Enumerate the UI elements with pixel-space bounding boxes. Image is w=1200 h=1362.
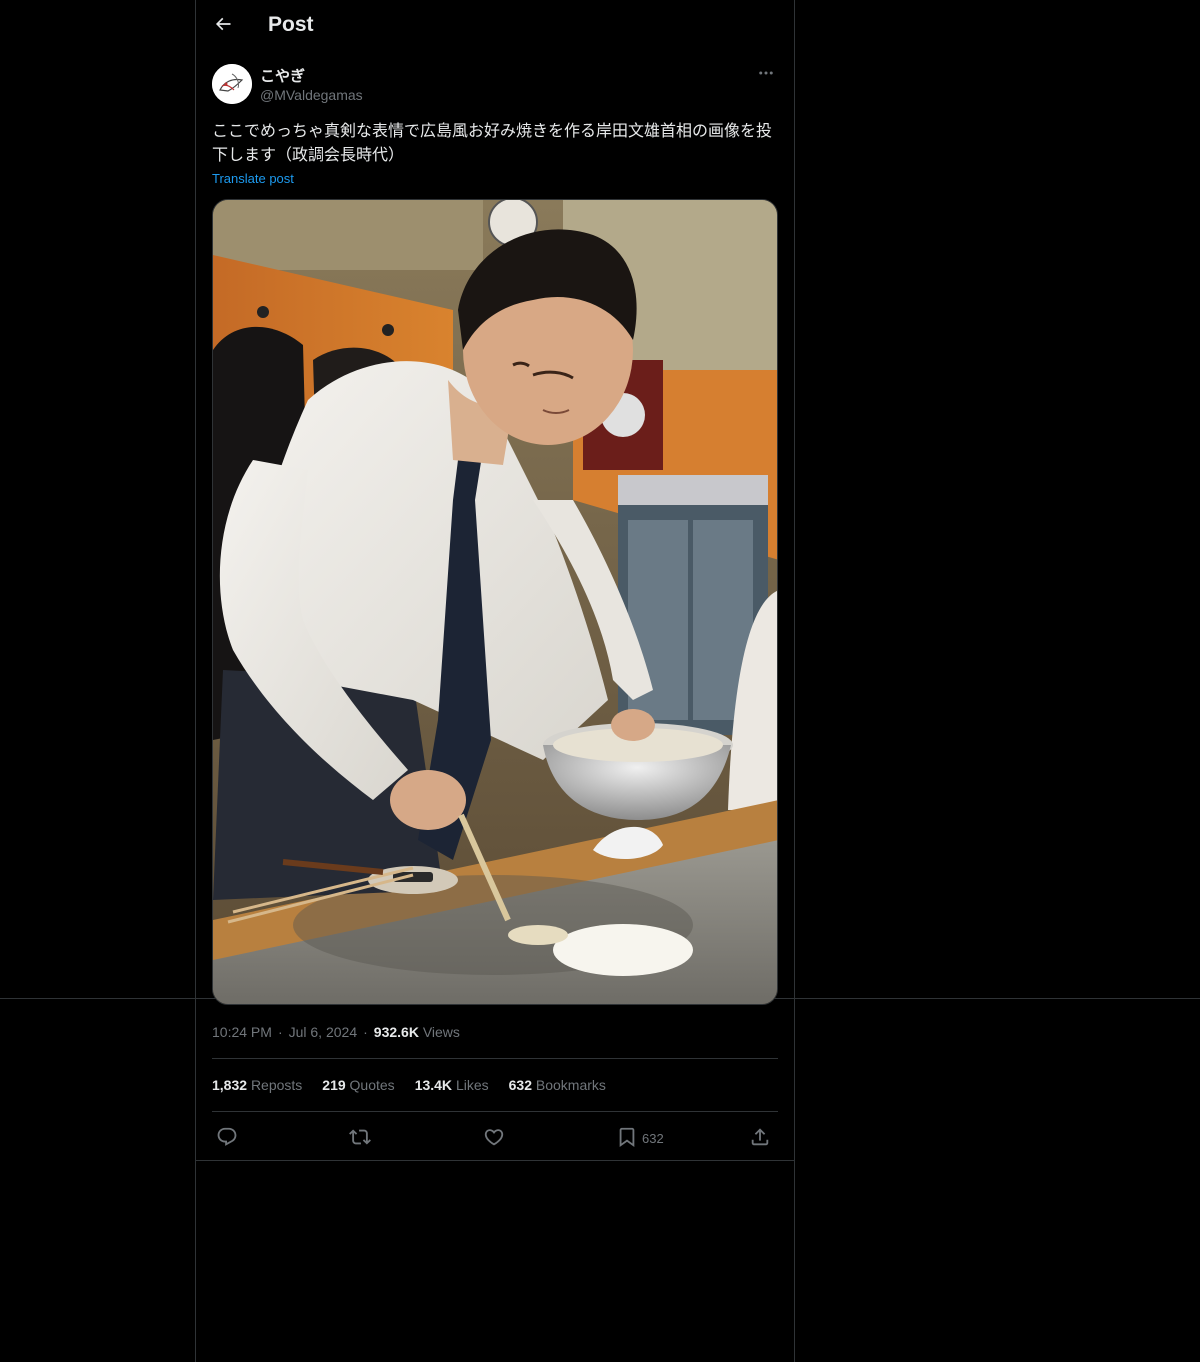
post-date[interactable]: Jul 6, 2024: [289, 1024, 358, 1040]
avatar[interactable]: [212, 64, 252, 104]
quotes-stat[interactable]: 219 Quotes: [322, 1077, 394, 1093]
heart-icon: [483, 1126, 505, 1151]
arrow-left-icon: [213, 14, 233, 38]
bookmarks-label: Bookmarks: [535, 1077, 606, 1093]
divider: [212, 1111, 778, 1112]
likes-stat[interactable]: 13.4K Likes: [415, 1077, 489, 1093]
engagement-stats: 1,832 Reposts 219 Quotes 13.4K Likes 632…: [212, 1077, 606, 1093]
repost-icon: [349, 1126, 371, 1151]
views-label: Views: [422, 1024, 460, 1040]
meta-separator: ·: [277, 1024, 283, 1040]
views-count: 932.6K: [373, 1024, 419, 1040]
author-name[interactable]: こやぎ: [260, 65, 305, 86]
author-row: こやぎ @MValdegamas: [212, 64, 778, 108]
bookmark-button[interactable]: 632: [616, 1124, 664, 1152]
bookmarks-stat[interactable]: 632 Bookmarks: [509, 1077, 606, 1093]
translate-post-link[interactable]: Translate post: [212, 171, 294, 186]
quotes-label: Quotes: [349, 1077, 395, 1093]
meta-separator: ·: [363, 1024, 368, 1040]
top-header: Post: [196, 0, 794, 53]
more-horizontal-icon: [757, 64, 775, 86]
action-bar: 632: [212, 1124, 778, 1152]
bookmark-count: 632: [642, 1130, 664, 1146]
repost-button[interactable]: [349, 1124, 371, 1152]
more-button[interactable]: [754, 64, 778, 86]
quotes-count: 219: [322, 1077, 346, 1093]
divider: [212, 1058, 778, 1059]
reply-icon: [216, 1126, 238, 1151]
likes-count: 13.4K: [414, 1077, 453, 1093]
reply-button[interactable]: [216, 1124, 238, 1152]
page-title: Post: [268, 13, 314, 36]
post-time[interactable]: 10:24 PM: [212, 1024, 272, 1040]
bookmarks-count: 632: [508, 1077, 532, 1093]
like-button[interactable]: [483, 1124, 505, 1152]
likes-label: Likes: [455, 1077, 489, 1093]
post-image[interactable]: [212, 199, 778, 1005]
bookmark-icon: [616, 1126, 638, 1151]
reposts-label: Reposts: [250, 1077, 303, 1093]
author-handle[interactable]: @MValdegamas: [260, 87, 363, 103]
post-text: ここでめっちゃ真剣な表情で広島風お好み焼きを作る岸田文雄首相の画像を投下します（…: [212, 121, 773, 164]
back-button[interactable]: [206, 9, 240, 43]
share-button[interactable]: [749, 1124, 771, 1152]
share-icon: [749, 1126, 771, 1151]
post-column: Post こやぎ @MValdegamas ここでめっちゃ真剣な表情で広島風お好…: [195, 0, 795, 1362]
reposts-count: 1,832: [212, 1077, 248, 1093]
divider: [196, 1160, 794, 1161]
post-meta: 10:24 PM · Jul 6, 2024 · 932.6K Views: [212, 1024, 460, 1040]
reposts-stat[interactable]: 1,832 Reposts: [212, 1077, 302, 1093]
